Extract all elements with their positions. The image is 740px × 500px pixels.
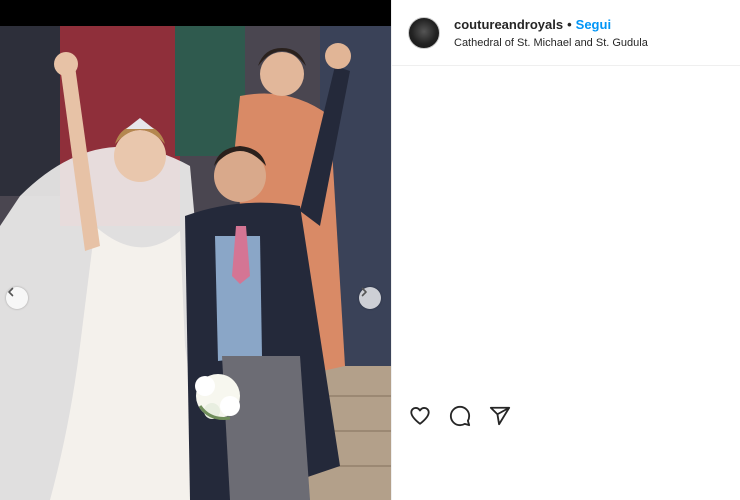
username-link[interactable]: coutureandroyals — [454, 17, 563, 32]
post-header: coutureandroyals • Segui Cathedral of St. … — [392, 0, 740, 66]
post-actions — [408, 404, 512, 428]
chevron-right-icon — [361, 287, 367, 297]
heart-icon — [410, 407, 430, 425]
post-author-line: coutureandroyals • Segui — [454, 17, 611, 32]
like-button[interactable] — [408, 404, 432, 428]
wedding-photo-illustration — [0, 26, 391, 500]
post-photo[interactable] — [0, 26, 391, 500]
avatar[interactable] — [408, 17, 440, 49]
carousel-prev-button[interactable] — [6, 287, 28, 309]
comment-icon — [449, 405, 471, 427]
carousel-next-button[interactable] — [359, 287, 381, 309]
separator-dot: • — [567, 17, 572, 32]
comment-button[interactable] — [448, 404, 472, 428]
location-link[interactable]: Cathedral of St. Michael and St. Gudula — [454, 37, 648, 49]
chevron-left-icon — [8, 287, 14, 297]
share-button[interactable] — [488, 404, 512, 428]
post-media — [0, 0, 391, 500]
follow-button[interactable]: Segui — [576, 17, 611, 32]
media-top-bar — [0, 0, 391, 26]
post-side-panel: coutureandroyals • Segui Cathedral of St. … — [391, 0, 740, 500]
share-icon — [489, 406, 511, 426]
